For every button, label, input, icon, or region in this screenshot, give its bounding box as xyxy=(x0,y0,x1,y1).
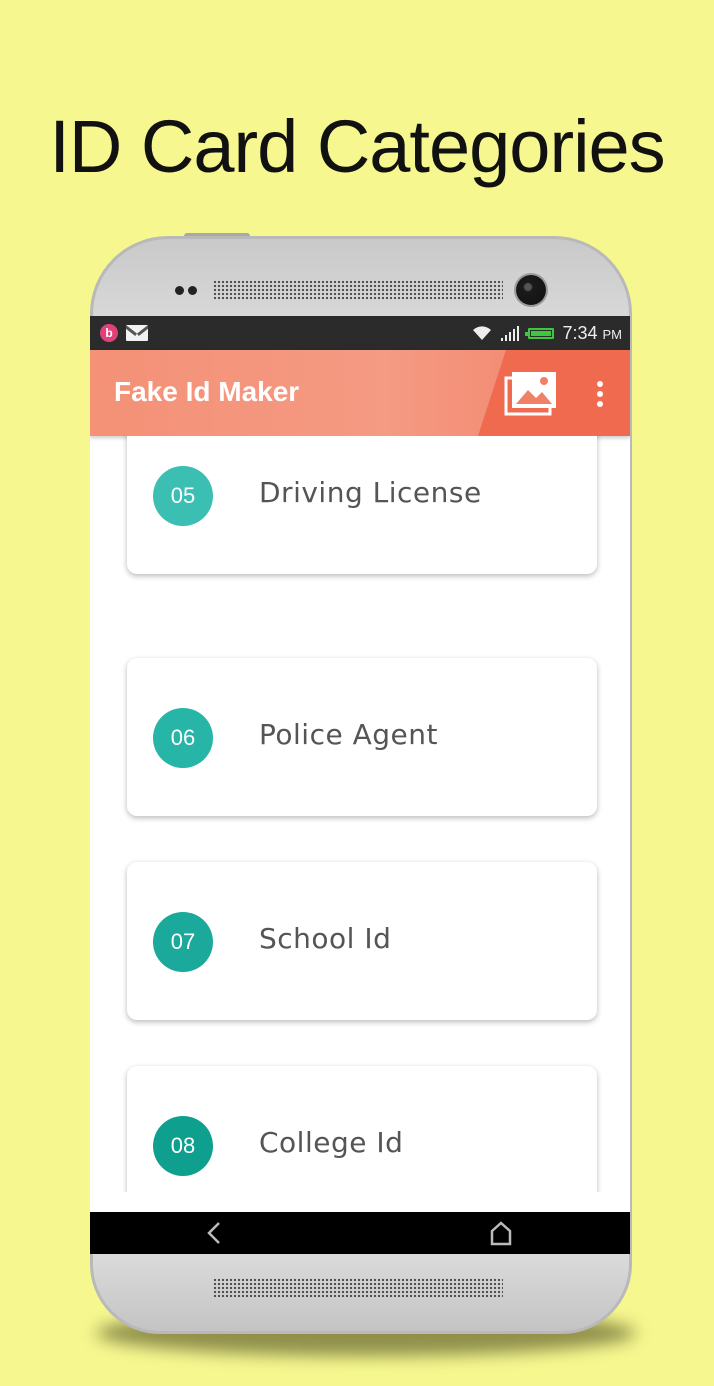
phone-screen: b 7:34 PM Fake Id Maker 05 Driving Licen… xyxy=(90,316,630,1254)
wifi-icon xyxy=(472,325,492,341)
beats-icon: b xyxy=(100,324,118,342)
home-icon xyxy=(490,1221,512,1246)
back-button[interactable] xyxy=(200,1218,230,1248)
navigation-bar xyxy=(90,1212,630,1254)
category-number-badge: 05 xyxy=(153,466,213,526)
gmail-icon xyxy=(126,325,148,341)
status-bar: b 7:34 PM xyxy=(90,316,630,350)
battery-icon xyxy=(525,327,555,339)
app-bar: Fake Id Maker xyxy=(90,350,630,436)
category-list[interactable]: 05 Driving License 06 Police Agent 07 School … xyxy=(90,436,630,1192)
clock: 7:34 PM xyxy=(562,323,622,344)
signal-icon xyxy=(500,325,520,341)
front-camera xyxy=(516,275,546,305)
headline: ID Card Categories xyxy=(49,105,665,188)
back-icon xyxy=(207,1222,220,1244)
category-label: Driving License xyxy=(259,476,482,509)
category-label: Police Agent xyxy=(259,718,438,751)
sensor-dots xyxy=(175,286,197,295)
app-title: Fake Id Maker xyxy=(114,376,300,407)
gallery-button[interactable] xyxy=(504,370,558,416)
category-label: College Id xyxy=(259,1126,404,1159)
earpiece-grille xyxy=(213,280,503,300)
category-card[interactable]: 08 College Id xyxy=(127,1066,597,1192)
gallery-icon xyxy=(504,372,556,416)
speaker-grille xyxy=(213,1278,503,1298)
category-number-badge: 07 xyxy=(153,912,213,972)
clock-ampm: PM xyxy=(602,326,623,342)
category-number-badge: 08 xyxy=(153,1116,213,1176)
category-number-badge: 06 xyxy=(153,708,213,768)
category-card[interactable]: 07 School Id xyxy=(127,862,597,1020)
category-label: School Id xyxy=(259,922,392,955)
category-card[interactable]: 06 Police Agent xyxy=(127,658,597,816)
clock-time: 7:34 xyxy=(562,322,598,343)
home-button[interactable] xyxy=(486,1218,516,1248)
overflow-menu-button[interactable] xyxy=(586,374,614,414)
more-vert-icon xyxy=(597,381,603,387)
category-card[interactable]: 05 Driving License xyxy=(127,436,597,574)
